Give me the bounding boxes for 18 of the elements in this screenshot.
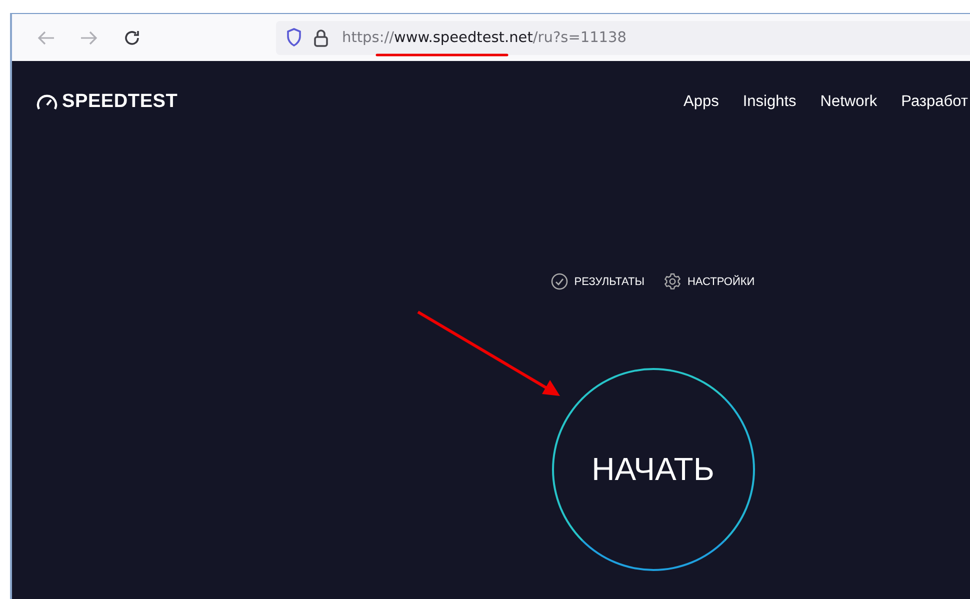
gauge-icon bbox=[36, 93, 58, 111]
shield-icon bbox=[286, 28, 302, 47]
reload-icon bbox=[123, 28, 141, 46]
forward-arrow-icon bbox=[80, 30, 98, 44]
results-link[interactable]: РЕЗУЛЬТАТЫ bbox=[551, 273, 644, 290]
nav-link[interactable]: Insights bbox=[742, 93, 796, 111]
nav-link[interactable]: Разработ bbox=[901, 93, 968, 111]
logo-text: SPEEDTEST bbox=[62, 91, 178, 113]
back-arrow-icon bbox=[37, 30, 55, 44]
settings-icon bbox=[664, 273, 682, 290]
check-circle-icon bbox=[551, 273, 568, 290]
address-bar[interactable]: https://www.speedtest.net/ru?s=11138 bbox=[276, 20, 970, 54]
start-button[interactable]: НАЧАТЬ bbox=[552, 368, 754, 571]
nav-link[interactable]: Network bbox=[820, 93, 878, 111]
settings-link[interactable]: НАСТРОЙКИ bbox=[664, 273, 755, 290]
speedtest-logo[interactable]: SPEEDTEST bbox=[36, 91, 178, 113]
url-text: https://www.speedtest.net/ru?s=11138 bbox=[342, 30, 626, 46]
nav-link[interactable]: Apps bbox=[684, 93, 719, 111]
